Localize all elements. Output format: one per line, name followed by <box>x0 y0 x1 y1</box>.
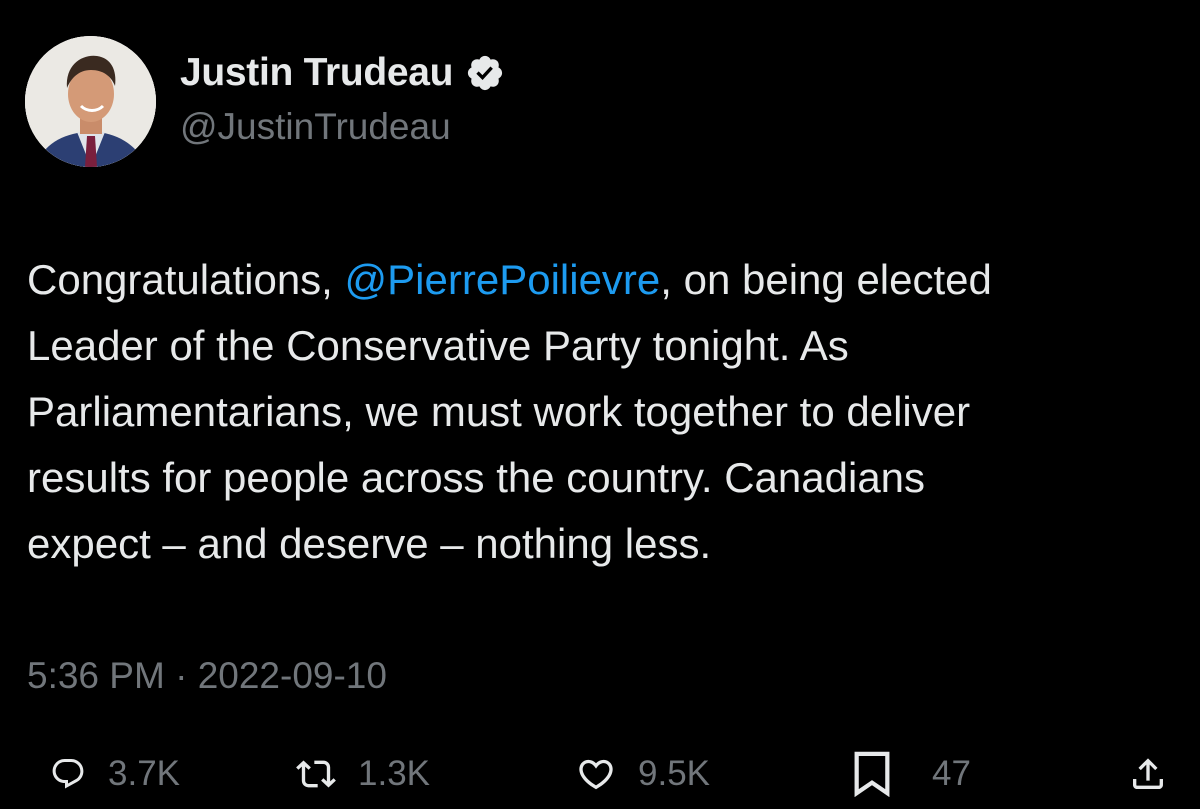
display-name[interactable]: Justin Trudeau <box>180 51 453 95</box>
mention-link[interactable]: @PierrePoilievre <box>345 256 661 303</box>
share-button[interactable] <box>1128 748 1168 800</box>
share-icon <box>1133 758 1163 789</box>
author-block: Justin Trudeau @JustinTrudeau <box>180 50 505 148</box>
tweet-text-segment: , on being elected <box>660 256 992 303</box>
retweet-icon <box>296 760 336 788</box>
bookmark-button[interactable]: 47 <box>852 748 971 800</box>
tweet-time[interactable]: 5:36 PM <box>27 655 165 696</box>
tweet-line: expect – and deserve – nothing less. <box>27 520 712 567</box>
tweet-text: Congratulations, @PierrePoilievre, on be… <box>27 247 1187 577</box>
like-button[interactable]: 9.5K <box>576 748 710 800</box>
reply-count: 3.7K <box>108 754 180 793</box>
verified-badge-icon <box>465 53 505 93</box>
avatar[interactable] <box>25 36 156 167</box>
reply-button[interactable]: 3.7K <box>50 748 180 800</box>
timestamp: 5:36 PM · 2022-09-10 <box>27 655 387 697</box>
name-row: Justin Trudeau <box>180 50 505 96</box>
tweet-date[interactable]: 2022-09-10 <box>198 655 387 696</box>
profile-photo <box>25 36 156 167</box>
bookmark-icon <box>854 751 890 797</box>
heart-icon <box>579 759 613 790</box>
tweet-line: Congratulations, @PierrePoilievre, on be… <box>27 247 1187 313</box>
action-bar: 3.7K 1.3K 9.5K 47 <box>0 748 1200 800</box>
retweet-button[interactable]: 1.3K <box>296 748 430 800</box>
bookmark-count: 47 <box>932 754 971 793</box>
tweet[interactable]: Justin Trudeau @JustinTrudeau Congratula… <box>0 0 1200 809</box>
separator-dot: · <box>164 655 198 696</box>
tweet-text-segment: Congratulations, <box>27 256 345 303</box>
tweet-line: Parliamentarians, we must work together … <box>27 388 971 435</box>
retweet-count: 1.3K <box>358 754 430 793</box>
handle[interactable]: @JustinTrudeau <box>180 106 505 148</box>
reply-icon <box>52 759 84 789</box>
like-count: 9.5K <box>638 754 710 793</box>
tweet-line: results for people across the country. C… <box>27 454 926 501</box>
tweet-line: Leader of the Conservative Party tonight… <box>27 322 849 369</box>
